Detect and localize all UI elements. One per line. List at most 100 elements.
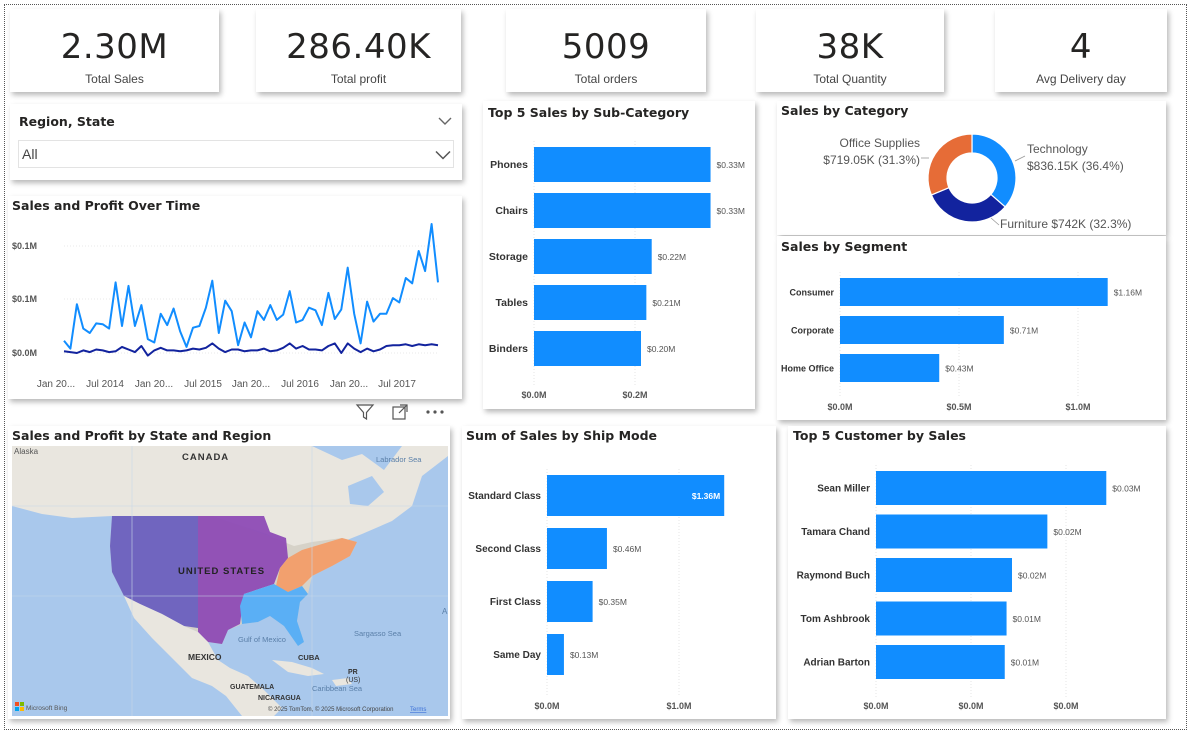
- slice-value-label: $719.05K (31.3%): [823, 153, 920, 167]
- region-state-slicer[interactable]: Region, State All: [10, 104, 462, 180]
- bar: [534, 147, 711, 182]
- kpi-label: Total profit: [330, 72, 387, 86]
- kpi-value: 5009: [561, 27, 651, 67]
- x-tick-label: Jul 2016: [281, 379, 319, 390]
- chevron-down-icon[interactable]: [438, 116, 452, 126]
- y-tick-label: $0.1M: [12, 294, 37, 304]
- bar: [534, 239, 652, 274]
- kpi-card-total-profit[interactable]: 286.40K Total profit: [256, 9, 461, 92]
- data-label: $0.43M: [945, 364, 973, 374]
- category-label: Tamara Chand: [801, 527, 870, 538]
- segment-bar-svg: $0.0M $0.5M $1.0M Consumer $1.16M Corporate $0…: [781, 272, 1142, 412]
- subcategory-bar-svg: $0.0M $0.2M Phones $0.33M Chairs $0.33M Storag…: [489, 141, 745, 400]
- sales-profit-over-time-chart[interactable]: Sales and Profit Over Time $0.1M $0.1M $0.…: [8, 196, 462, 399]
- kpi-value: 2.30M: [60, 27, 169, 67]
- slicer-dropdown[interactable]: All: [18, 140, 454, 168]
- bar: [534, 193, 711, 228]
- ship-mode-bar-svg: $0.0M $1.0M Standard Class $1.36M Second Cla…: [468, 469, 725, 711]
- data-label: $0.35M: [599, 597, 627, 607]
- kpi-value: 286.40K: [286, 27, 431, 67]
- data-label: $0.71M: [1010, 326, 1038, 336]
- state-region-map[interactable]: Sales and Profit by State and Region Ala…: [8, 426, 450, 719]
- bar: [876, 645, 1005, 679]
- y-tick-label: $0.0M: [12, 348, 37, 358]
- slicer-selected-value: All: [22, 146, 38, 162]
- x-tick-label: $0.0M: [521, 390, 546, 400]
- map-label-canada: CANADA: [182, 452, 229, 463]
- kpi-value: 38K: [816, 27, 884, 67]
- chart-title: Top 5 Customer by Sales: [793, 428, 966, 443]
- data-label: $1.16M: [1114, 288, 1142, 298]
- category-label: Corporate: [791, 326, 834, 336]
- data-label: $0.01M: [1013, 614, 1041, 624]
- category-label: Second Class: [475, 544, 541, 555]
- map-label-gulf: Gulf of Mexico: [238, 635, 286, 644]
- map-canvas[interactable]: Alaska CANADA Labrador Sea UNITED STATES…: [12, 446, 448, 716]
- series-line: [63, 223, 439, 350]
- category-label: Sean Miller: [817, 484, 870, 495]
- x-tick-label: Jan 20...: [37, 379, 75, 390]
- map-label-guatemala: GUATEMALA: [230, 684, 274, 691]
- focus-mode-icon[interactable]: [391, 403, 409, 421]
- filter-icon[interactable]: [355, 403, 375, 421]
- x-tick-label: Jan 20...: [232, 379, 270, 390]
- data-label: $0.22M: [658, 252, 686, 262]
- data-label: $0.02M: [1018, 571, 1046, 581]
- sales-by-segment-chart[interactable]: Sales by Segment $0.0M $0.5M $1.0M Consumer…: [777, 236, 1166, 420]
- map-label-pr: PR: [348, 669, 358, 676]
- chart-title: Sum of Sales by Ship Mode: [466, 428, 658, 443]
- bar: [876, 558, 1012, 592]
- leader-line: [1014, 155, 1026, 162]
- category-label: Binders: [489, 343, 528, 355]
- chart-title: Sales by Category: [781, 103, 909, 118]
- kpi-card-total-orders[interactable]: 5009 Total orders: [506, 9, 706, 92]
- category-label: Consumer: [789, 288, 834, 298]
- bar: [547, 634, 564, 675]
- data-label: $1.36M: [692, 491, 720, 501]
- ship-mode-chart[interactable]: Sum of Sales by Ship Mode $0.0M $1.0M Stan…: [462, 426, 776, 719]
- x-tick-label: $0.0M: [958, 701, 983, 711]
- chart-title: Sales by Segment: [781, 239, 908, 254]
- sales-by-category-chart[interactable]: Sales by Category Technology $836.15K (36…: [777, 101, 1166, 235]
- x-tick-label: $1.0M: [666, 701, 691, 711]
- chart-title: Top 5 Sales by Sub-Category: [488, 105, 690, 120]
- x-tick-label: Jul 2015: [184, 379, 222, 390]
- data-label: $0.02M: [1053, 527, 1081, 537]
- kpi-card-total-sales[interactable]: 2.30M Total Sales: [10, 9, 219, 92]
- category-label: Same Day: [493, 650, 541, 661]
- top5-subcategory-chart[interactable]: Top 5 Sales by Sub-Category $0.0M $0.2M Ph…: [483, 101, 755, 409]
- top5-customer-chart[interactable]: Top 5 Customer by Sales $0.0M $0.0M $0.0M S…: [788, 426, 1166, 719]
- more-options-icon[interactable]: [425, 403, 445, 421]
- chart-title: Sales and Profit by State and Region: [12, 428, 272, 443]
- x-tick-label: $0.2M: [622, 390, 647, 400]
- slice-name-label: Office Supplies: [840, 136, 921, 150]
- bar: [840, 316, 1004, 344]
- map-terms-link[interactable]: Terms: [410, 707, 426, 713]
- bar: [876, 601, 1007, 636]
- map-label-us: UNITED STATES: [178, 566, 265, 577]
- map-label-caribbean: Caribbean Sea: [312, 684, 363, 693]
- x-tick-label: $0.0M: [1053, 701, 1078, 711]
- kpi-card-total-quantity[interactable]: 38K Total Quantity: [756, 9, 944, 92]
- x-tick-label: $0.5M: [946, 402, 971, 412]
- category-label: Tables: [496, 297, 529, 309]
- kpi-label: Total Sales: [85, 72, 144, 86]
- series-line: [63, 342, 439, 357]
- map-label-pr-us: (US): [346, 677, 360, 684]
- chevron-down-icon[interactable]: [435, 150, 451, 160]
- customer-bar-svg: $0.0M $0.0M $0.0M Sean Miller $0.03M Tamara C…: [797, 465, 1141, 711]
- kpi-label: Total Quantity: [813, 72, 887, 86]
- kpi-label: Total orders: [574, 72, 638, 86]
- map-attribution: © 2025 TomTom, © 2025 Microsoft Corporat…: [268, 706, 393, 713]
- bar: [876, 471, 1107, 505]
- kpi-card-avg-delivery[interactable]: 4 Avg Delivery day: [995, 9, 1167, 92]
- category-label: Phones: [490, 159, 528, 171]
- data-label: $0.21M: [652, 298, 680, 308]
- category-label: Storage: [489, 251, 528, 263]
- y-tick-label: $0.1M: [12, 241, 37, 251]
- category-label: Home Office: [781, 364, 834, 374]
- data-label: $0.46M: [613, 544, 641, 554]
- x-tick-label: $0.0M: [863, 701, 888, 711]
- data-label: $0.01M: [1011, 658, 1039, 668]
- bing-brand-text: Microsoft Bing: [26, 705, 68, 712]
